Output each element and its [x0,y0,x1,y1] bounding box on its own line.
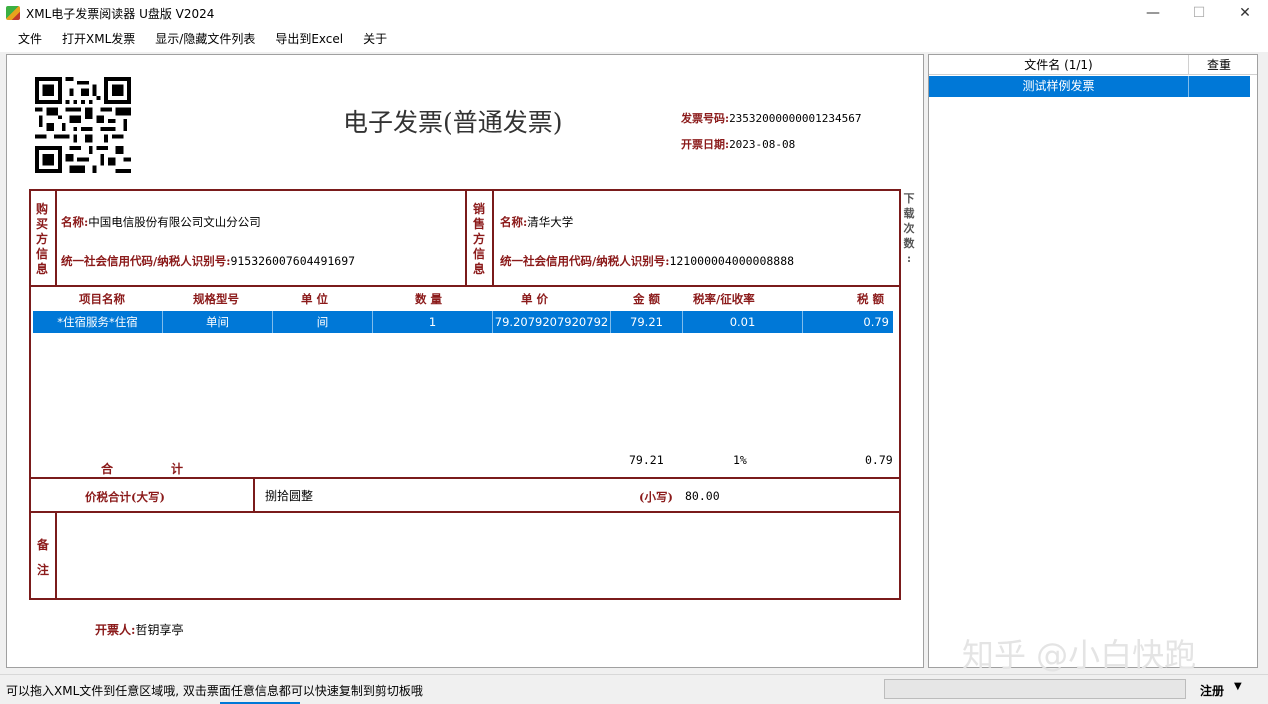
maximize-button[interactable]: ☐ [1176,0,1222,26]
seller-taxid-line[interactable]: 统一社会信用代码/纳税人识别号:121000004000008888 [500,253,794,269]
col-amount: 金 额 [633,292,661,306]
item-amount-cell[interactable]: 79.21 [611,311,683,333]
total-amount[interactable]: 79.21 [629,453,664,467]
download-count-label: 下 载 次 数 : [903,192,915,265]
invoice-number-line[interactable]: 发票号码:23532000000001234567 [681,110,862,126]
issuer-line[interactable]: 开票人:哲钥享亭 [95,621,183,638]
remark-label: 备 注 [36,538,49,577]
chevron-down-icon[interactable]: ▼ [1234,681,1242,692]
seller-name-line[interactable]: 名称:清华大学 [500,214,573,230]
invoice-date-line[interactable]: 开票日期:2023-08-08 [681,136,795,152]
col-qty: 数 量 [415,292,443,306]
item-unit-cell[interactable]: 间 [273,311,373,333]
total-rate[interactable]: 1% [733,453,747,467]
qr-code-icon [35,77,131,173]
menu-open-xml[interactable]: 打开XML发票 [52,26,145,52]
item-price-cell[interactable]: 79.2079207920792 [493,311,611,333]
status-bar: 可以拖入XML文件到任意区域哦, 双击票面任意信息都可以快速复制到剪切板哦 注册… [0,674,1268,704]
file-list-panel[interactable]: 文件名 (1/1) 查重 测试样例发票 [928,54,1258,668]
buyer-section-label: 购 买 方 信 息 [35,202,48,276]
menu-export-excel[interactable]: 导出到Excel [265,26,353,52]
invoice-date-label: 开票日期: [681,138,730,151]
remark-section[interactable] [29,511,901,600]
seller-name[interactable]: 清华大学 [527,215,573,229]
item-spec-cell[interactable]: 单间 [163,311,273,333]
file-name-cell[interactable]: 测试样例发票 [929,76,1189,97]
col-tax: 税 额 [857,292,885,306]
buyer-taxid-line[interactable]: 统一社会信用代码/纳税人识别号:915326007604491697 [61,253,355,269]
buyer-name[interactable]: 中国电信股份有限公司文山分公司 [88,215,261,229]
col-price: 单 价 [521,292,549,306]
invoice-number[interactable]: 23532000000001234567 [729,112,861,125]
sum-small-label: (小写) [639,490,673,504]
progress-bar [884,679,1186,699]
divider [253,477,255,511]
title-bar: XML电子发票阅读器 U盘版 V2024 — ☐ ✕ [0,0,1268,26]
menu-toggle-file-list[interactable]: 显示/隐藏文件列表 [145,26,265,52]
issuer-name[interactable]: 哲钥享亭 [135,623,183,637]
sum-label: 价税合计(大写) [85,490,165,504]
item-tax-cell[interactable]: 0.79 [803,311,893,333]
col-file-name[interactable]: 文件名 (1/1) [929,55,1189,74]
close-button[interactable]: ✕ [1222,0,1268,26]
invoice-panel[interactable]: 电子发票(普通发票) 发票号码:23532000000001234567 开票日… [6,54,924,668]
buyer-taxid[interactable]: 915326007604491697 [230,254,355,268]
status-hint: 可以拖入XML文件到任意区域哦, 双击票面任意信息都可以快速复制到剪切板哦 [6,684,423,698]
list-item[interactable]: 测试样例发票 [929,76,1250,97]
col-rate: 税率/征收率 [693,292,755,306]
file-list-header: 文件名 (1/1) 查重 [929,55,1257,75]
divider [465,189,467,285]
col-unit: 单 位 [301,292,329,306]
col-duplicate-check[interactable]: 查重 [1189,55,1249,74]
divider [492,189,494,285]
seller-taxid[interactable]: 121000004000008888 [669,254,794,268]
total-label-2: 计 [171,462,184,476]
total-tax[interactable]: 0.79 [865,453,893,467]
menu-bar: 文件 打开XML发票 显示/隐藏文件列表 导出到Excel 关于 [0,26,1268,52]
sum-words[interactable]: 捌拾圆整 [265,487,313,504]
menu-file[interactable]: 文件 [8,26,52,52]
register-button[interactable]: 注册 [1200,682,1224,699]
item-name-cell[interactable]: *住宿服务*住宿 [33,311,163,333]
invoice-date[interactable]: 2023-08-08 [729,138,795,151]
item-qty-cell[interactable]: 1 [373,311,493,333]
col-item-name: 项目名称 [79,292,125,306]
total-label-1: 合 [101,462,114,476]
invoice-title[interactable]: 电子发票(普通发票) [343,103,563,139]
menu-about[interactable]: 关于 [353,26,397,52]
sum-small[interactable]: 80.00 [685,489,720,503]
seller-section-label: 销 售 方 信 息 [472,202,485,276]
buyer-name-line[interactable]: 名称:中国电信股份有限公司文山分公司 [61,214,261,230]
app-shield-icon [6,6,20,20]
divider [55,189,57,285]
table-row[interactable]: *住宿服务*住宿 单间 间 1 79.2079207920792 79.21 0… [33,311,893,333]
divider [55,511,57,598]
item-rate-cell[interactable]: 0.01 [683,311,803,333]
duplicate-cell[interactable] [1189,76,1249,97]
window-title: XML电子发票阅读器 U盘版 V2024 [26,6,215,21]
minimize-button[interactable]: — [1130,0,1176,26]
window-controls: — ☐ ✕ [1130,0,1268,26]
col-spec: 规格型号 [193,292,239,306]
watermark: 知乎 @小白快跑 [962,636,1197,674]
invoice-number-label: 发票号码: [681,112,730,125]
